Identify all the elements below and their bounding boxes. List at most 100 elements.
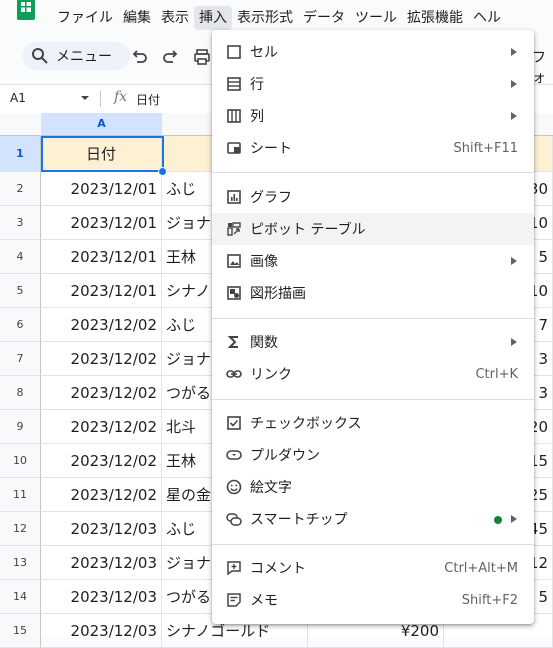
date-cell[interactable]: 2023/12/01 <box>41 240 162 274</box>
menu-item-note[interactable]: メモ Shift+F2 <box>212 584 534 616</box>
row-header[interactable]: 12 <box>0 512 41 546</box>
menu-search[interactable]: メニュー <box>22 42 130 70</box>
menu-item-emoji[interactable]: 絵文字 <box>212 471 534 503</box>
select-all-corner[interactable] <box>0 113 42 136</box>
menu-file[interactable]: ファイル <box>52 6 118 30</box>
menu-item-chart[interactable]: グラフ <box>212 181 534 213</box>
menu-extensions[interactable]: 拡張機能 <box>402 6 468 30</box>
menu-item-label: 関数 <box>250 335 278 351</box>
column-header-a[interactable]: A <box>41 113 163 136</box>
image-icon <box>227 254 241 268</box>
menu-divider <box>212 544 534 545</box>
menu-item-image[interactable]: 画像 <box>212 245 534 277</box>
row-header[interactable]: 6 <box>0 308 41 342</box>
menu-item-label: 絵文字 <box>250 480 292 496</box>
row-header[interactable]: 11 <box>0 478 41 512</box>
menu-divider <box>212 172 534 173</box>
date-cell[interactable]: 2023/12/02 <box>41 444 162 478</box>
row-header[interactable]: 3 <box>0 206 41 240</box>
chevron-down-icon[interactable] <box>80 94 90 102</box>
menu-item-cell[interactable]: セル <box>212 36 534 68</box>
menu-divider <box>212 318 534 319</box>
menu-edit[interactable]: 編集 <box>118 6 156 30</box>
sigma-icon <box>227 336 238 348</box>
menu-format[interactable]: 表示形式 <box>232 6 298 30</box>
row-header[interactable]: 4 <box>0 240 41 274</box>
menu-item-function[interactable]: 関数 <box>212 326 534 358</box>
row-header[interactable]: 1 <box>0 136 41 172</box>
row-header[interactable]: 7 <box>0 342 41 376</box>
toolbar-font-fragment[interactable]: フォ <box>532 47 553 87</box>
menu-tools[interactable]: ツール <box>350 6 402 30</box>
dropdown-icon <box>226 450 242 460</box>
menu-item-label: 行 <box>250 77 264 93</box>
note-icon <box>227 593 241 607</box>
formula-input[interactable]: 日付 <box>136 91 160 108</box>
fx-icon: fx <box>114 89 128 105</box>
row-header[interactable]: 9 <box>0 410 41 444</box>
smart-chip-icon <box>226 513 242 526</box>
submenu-arrow-icon <box>511 112 517 120</box>
date-cell[interactable]: 2023/12/02 <box>41 376 162 410</box>
submenu-arrow-icon <box>511 257 517 265</box>
search-icon <box>32 48 48 64</box>
menu-item-sheet[interactable]: シート Shift+F11 <box>212 132 534 164</box>
menu-item-label: グラフ <box>250 190 292 206</box>
row-header[interactable]: 8 <box>0 376 41 410</box>
shortcut-label: Shift+F11 <box>453 140 518 156</box>
submenu-arrow-icon <box>511 515 517 523</box>
date-cell[interactable]: 2023/12/03 <box>41 512 162 546</box>
date-cell[interactable]: 2023/12/01 <box>41 274 162 308</box>
menu-item-label: 図形描画 <box>250 286 306 302</box>
menu-item-pivot-table[interactable]: ピボット テーブル <box>212 213 534 245</box>
date-cell[interactable]: 2023/12/02 <box>41 308 162 342</box>
menu-item-label: シート <box>250 141 292 157</box>
emoji-icon <box>226 479 242 495</box>
menu-insert[interactable]: 挿入 <box>194 6 232 30</box>
name-box[interactable]: A1 <box>10 91 26 105</box>
sheets-logo-icon[interactable] <box>14 0 38 20</box>
undo-icon[interactable] <box>130 48 148 66</box>
menu-data[interactable]: データ <box>298 6 350 30</box>
date-cell[interactable]: 2023/12/01 <box>41 206 162 240</box>
menu-item-column[interactable]: 列 <box>212 100 534 132</box>
menu-item-dropdown[interactable]: プルダウン <box>212 439 534 471</box>
menu-item-label: スマートチップ <box>250 512 348 528</box>
menu-item-label: リンク <box>250 367 292 383</box>
menu-item-label: チェックボックス <box>250 416 362 432</box>
row-header[interactable]: 15 <box>0 614 41 648</box>
drawing-icon <box>227 286 241 300</box>
date-cell[interactable]: 2023/12/02 <box>41 342 162 376</box>
menu-item-label: セル <box>250 45 278 61</box>
menu-item-row[interactable]: 行 <box>212 68 534 100</box>
date-cell[interactable]: 2023/12/03 <box>41 580 162 614</box>
date-cell[interactable]: 2023/12/02 <box>41 478 162 512</box>
print-icon[interactable] <box>193 48 211 66</box>
menu-item-checkbox[interactable]: チェックボックス <box>212 407 534 439</box>
date-cell[interactable]: 2023/12/03 <box>41 614 162 648</box>
menu-view[interactable]: 表示 <box>156 6 194 30</box>
menu-item-comment[interactable]: コメント Ctrl+Alt+M <box>212 552 534 584</box>
row-header[interactable]: 10 <box>0 444 41 478</box>
fill-handle[interactable] <box>158 167 167 176</box>
menu-item-smart-chip[interactable]: スマートチップ <box>212 503 534 535</box>
date-cell[interactable]: 2023/12/03 <box>41 546 162 580</box>
submenu-arrow-icon <box>511 338 517 346</box>
new-feature-dot <box>494 516 502 524</box>
redo-icon[interactable] <box>162 48 180 66</box>
menu-item-link[interactable]: リンク Ctrl+K <box>212 358 534 390</box>
row-header[interactable]: 2 <box>0 172 41 206</box>
insert-menu: セル 行 列 シート Shift+F11 グラフ ピボット テーブル 画像 図形… <box>212 30 534 624</box>
date-cell[interactable]: 2023/12/02 <box>41 410 162 444</box>
menu-help[interactable]: ヘル <box>468 6 506 30</box>
sheet-icon <box>227 142 241 154</box>
menu-item-label: メモ <box>250 593 278 609</box>
submenu-arrow-icon <box>511 80 517 88</box>
row-header[interactable]: 5 <box>0 274 41 308</box>
row-header[interactable]: 14 <box>0 580 41 614</box>
row-header[interactable]: 13 <box>0 546 41 580</box>
formula-divider <box>100 91 101 107</box>
menu-item-drawing[interactable]: 図形描画 <box>212 277 534 309</box>
shortcut-label: Shift+F2 <box>461 592 518 608</box>
date-cell[interactable]: 2023/12/01 <box>41 172 162 206</box>
